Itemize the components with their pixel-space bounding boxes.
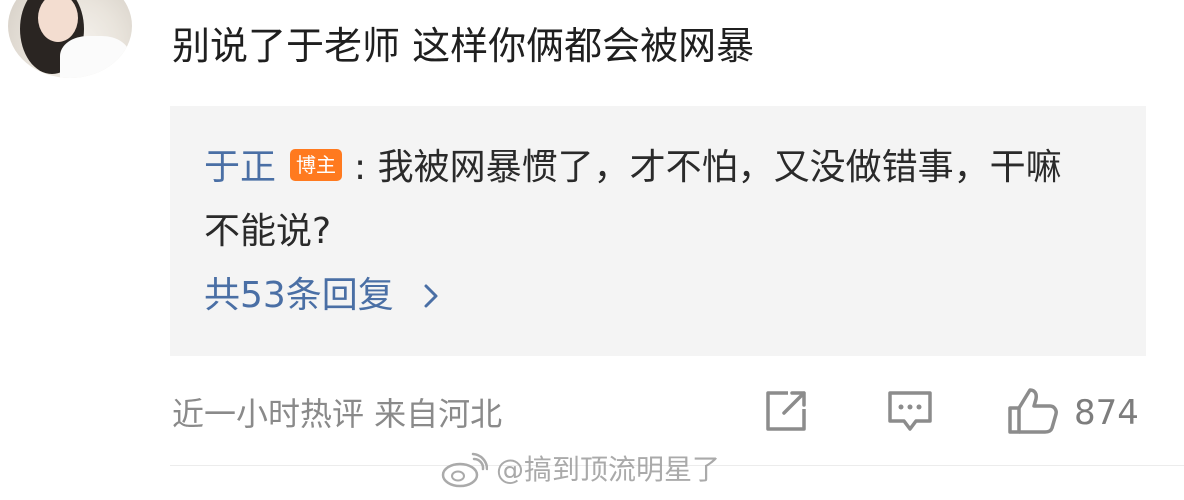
more-replies-label: 共53条回复 (204, 275, 394, 316)
watermark: @搞到顶流明星了 (440, 448, 720, 492)
comment-meta: 近一小时热评 来自河北 (172, 395, 503, 433)
like-count: 874 (1074, 393, 1139, 433)
reply-colon: : (354, 147, 367, 188)
reply-author[interactable]: 于正 (204, 147, 276, 188)
comment-icon (886, 387, 934, 439)
comment-text: 别说了于老师 这样你俩都会被网暴 (172, 24, 755, 68)
reply-content: 于正 博主: 我被网暴惯了，才不怕，又没做错事，干嘛不能说? (204, 136, 1064, 264)
share-icon (762, 387, 810, 439)
chevron-right-icon (414, 279, 448, 313)
reply-card[interactable]: 于正 博主: 我被网暴惯了，才不怕，又没做错事，干嘛不能说? 共53条回复 (170, 106, 1146, 356)
like-icon (1006, 386, 1060, 440)
author-badge: 博主 (290, 149, 343, 181)
comment-button[interactable] (886, 386, 934, 440)
avatar[interactable] (8, 0, 132, 78)
share-button[interactable] (762, 386, 810, 440)
more-replies-link[interactable]: 共53条回复 (204, 270, 448, 322)
weibo-logo-icon (441, 452, 488, 488)
avatar-shirt (60, 36, 130, 78)
watermark-text: @搞到顶流明星了 (496, 453, 721, 486)
like-button[interactable]: 874 (1006, 386, 1139, 440)
